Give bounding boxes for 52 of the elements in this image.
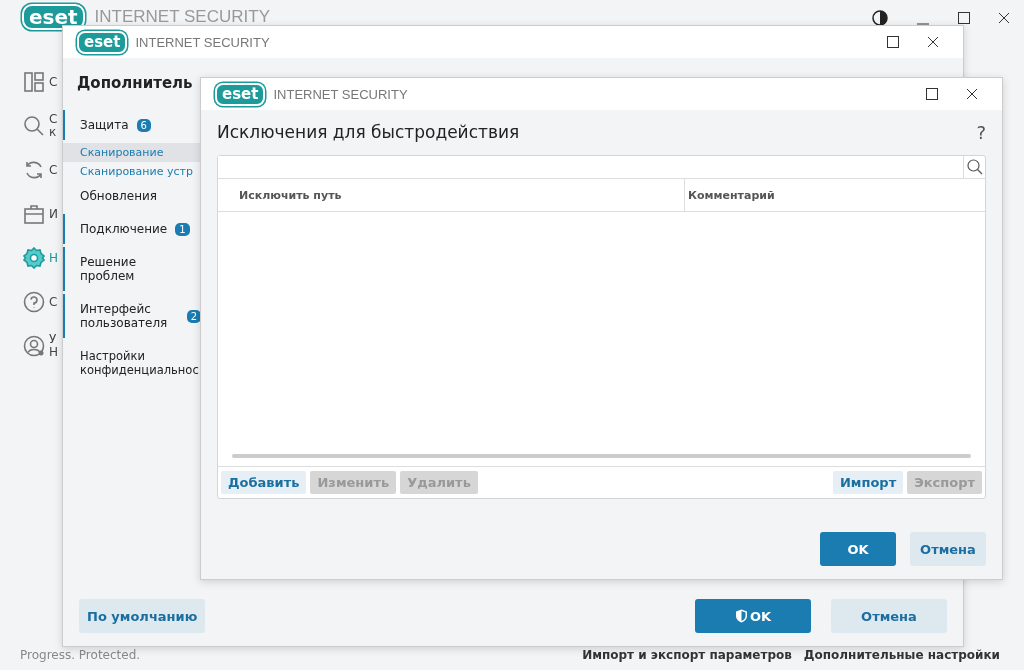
nav-label[interactable]: С	[49, 75, 58, 89]
column-header[interactable]: Комментарий	[685, 179, 775, 211]
section-label: Решение проблем	[80, 255, 137, 283]
nav-label[interactable]: С к	[49, 113, 58, 139]
dialog-button[interactable]: По умолчанию	[79, 599, 206, 633]
eset-logo: eset	[22, 4, 85, 30]
nav-label[interactable]: С	[49, 295, 58, 309]
eset-logo: eset	[77, 30, 128, 54]
nav-label[interactable]: У Н	[49, 333, 59, 359]
section-label: Настройки конфиденциальнос	[80, 349, 200, 377]
page-heading: Дополнитель	[76, 73, 194, 94]
section-label: Защита	[80, 118, 129, 132]
column-header[interactable]: Исключить путь	[218, 179, 685, 211]
count-badge: 1	[175, 222, 190, 236]
window-title: INTERNET SECURITY	[135, 34, 270, 50]
settings-section[interactable]: Настройки конфиденциальнос	[63, 341, 201, 385]
dashboard-icon[interactable]	[23, 71, 45, 93]
close-icon[interactable]	[998, 12, 1010, 24]
eset-logo: eset	[215, 82, 266, 106]
help-button[interactable]: ?	[976, 121, 986, 143]
settings-icon[interactable]	[23, 247, 45, 269]
section-label: Обновления	[80, 189, 158, 203]
settings-subsection[interactable]: Сканирование	[63, 143, 201, 162]
scrollbar[interactable]	[232, 454, 971, 458]
maximize-icon[interactable]	[958, 12, 970, 24]
toolbar-button[interactable]: Импорт	[832, 471, 904, 494]
dialog-button[interactable]: Отмена	[831, 599, 947, 633]
shield-icon	[734, 609, 748, 623]
dialog-heading: Исключения для быстродействия	[217, 122, 521, 142]
advanced-settings-link[interactable]: Дополнительные настройки	[803, 648, 1000, 662]
search-icon[interactable]	[963, 156, 985, 178]
help-icon[interactable]	[23, 291, 45, 313]
contrast-icon[interactable]	[872, 10, 888, 26]
nav-label[interactable]: И	[49, 207, 58, 221]
count-badge: 6	[136, 118, 151, 132]
status-text: Progress. Protected.	[20, 648, 141, 662]
toolbar-button[interactable]: Добавить	[221, 471, 307, 494]
ok-button[interactable]: OK	[695, 599, 811, 633]
refresh-icon[interactable]	[23, 159, 45, 181]
section-label: Интерфейс пользователя	[80, 302, 169, 330]
import-export-link[interactable]: Импорт и экспорт параметров	[582, 648, 792, 662]
dialog-button[interactable]: Отмена	[910, 532, 986, 566]
nav-label[interactable]: С	[49, 163, 58, 177]
section-label: Подключение	[80, 222, 168, 236]
settings-subsection[interactable]: Сканирование устр	[63, 162, 201, 181]
settings-section[interactable]: Обновления	[63, 181, 201, 211]
window-title: INTERNET SECURITY	[273, 86, 408, 102]
ok-button[interactable]: OK	[820, 532, 896, 566]
app-title: INTERNET SECURITY	[94, 7, 270, 27]
user-icon[interactable]	[23, 335, 45, 357]
search-icon[interactable]	[23, 115, 45, 137]
briefcase-icon[interactable]	[23, 203, 45, 225]
